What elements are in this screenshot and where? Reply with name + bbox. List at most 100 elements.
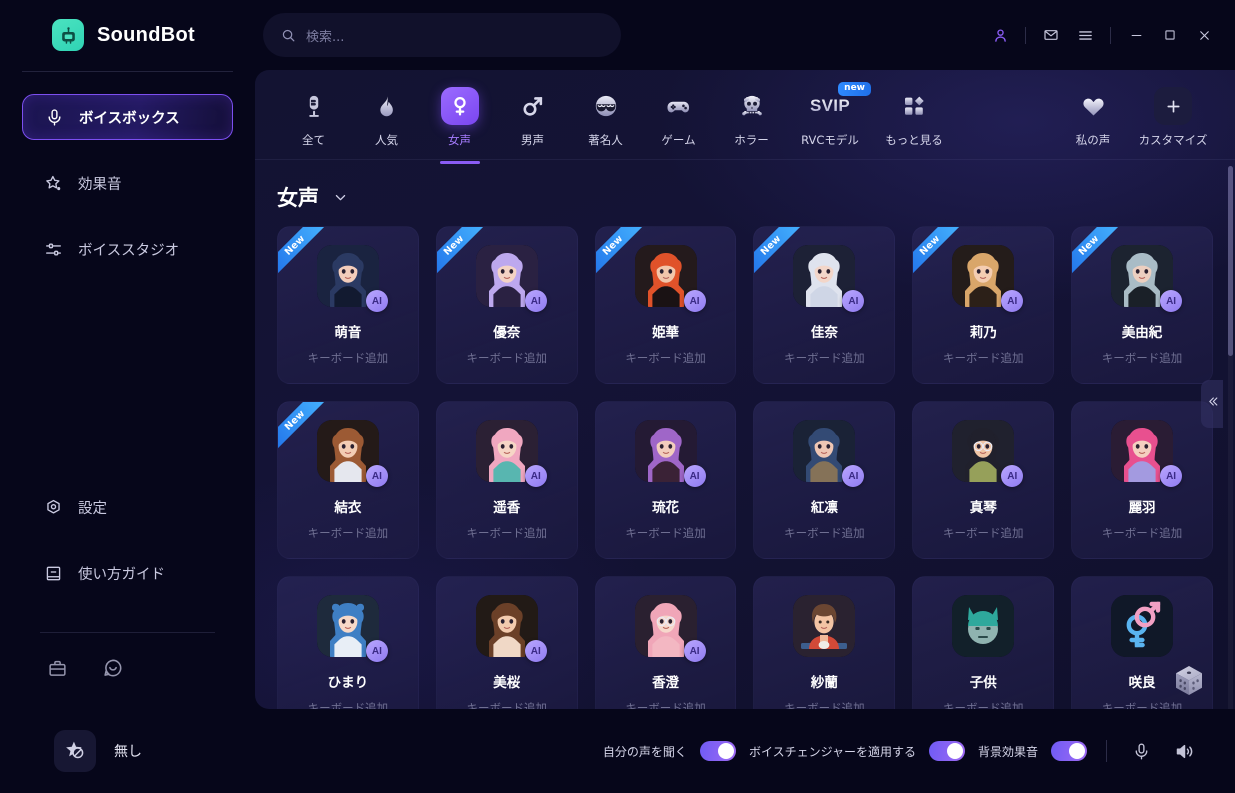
sparkle-icon xyxy=(42,174,64,193)
tab-female[interactable]: 女声 xyxy=(423,84,496,148)
voice-name: 佳奈 xyxy=(810,325,838,341)
collapse-panel-button[interactable] xyxy=(1201,380,1223,428)
chat-icon[interactable] xyxy=(100,655,126,681)
sunglasses-icon xyxy=(587,87,625,125)
tab-label: 人気 xyxy=(375,133,398,147)
voice-card[interactable]: AI 香澄 キーボード追加 xyxy=(594,576,737,709)
shortcut-hint: キーボード追加 xyxy=(784,701,865,709)
shortcut-hint: キーボード追加 xyxy=(942,351,1024,365)
tab-game[interactable]: ゲーム xyxy=(642,84,715,148)
search-placeholder: 検索... xyxy=(306,29,345,45)
shortcut-hint: キーボード追加 xyxy=(307,351,389,365)
voice-card[interactable]: 紗蘭 キーボード追加 xyxy=(753,576,896,709)
sidebar-item-soundeffects[interactable]: 効果音 xyxy=(22,160,233,206)
divider xyxy=(1106,740,1107,762)
avatar: AI xyxy=(475,595,547,662)
hear-myself-toggle[interactable] xyxy=(699,741,736,761)
voice-name: 紗蘭 xyxy=(810,675,838,691)
voice-card[interactable]: New AI 結衣 キーボード追加 xyxy=(277,401,419,559)
menu-icon[interactable] xyxy=(1068,18,1102,52)
background-sound-toggle[interactable] xyxy=(1051,741,1087,761)
sidebar-item-voicestudio[interactable]: ボイススタジオ xyxy=(22,226,233,272)
voice-card[interactable]: 子供 キーボード追加 xyxy=(912,576,1055,709)
microphone-icon[interactable] xyxy=(1126,736,1156,766)
avatar xyxy=(952,595,1015,657)
tab-horror[interactable]: ホラー xyxy=(715,84,788,148)
avatar: AI xyxy=(634,420,706,487)
tab-celebrity[interactable]: 著名人 xyxy=(569,84,642,148)
voice-card[interactable]: New AI 萌音 キーボード追加 xyxy=(277,226,419,384)
voice-name: 姫華 xyxy=(652,325,680,341)
microphone-all-icon xyxy=(295,87,333,125)
avatar xyxy=(793,595,856,657)
avatar: AI xyxy=(952,420,1024,487)
shortcut-hint: キーボード追加 xyxy=(625,526,706,540)
voice-card[interactable]: AI 真琴 キーボード追加 xyxy=(912,401,1055,559)
heart-icon xyxy=(1074,87,1112,125)
tab-label: 女声 xyxy=(448,133,471,147)
current-voice[interactable]: 無し xyxy=(22,730,142,772)
minimize-button[interactable] xyxy=(1119,18,1153,52)
chevron-down-icon[interactable] xyxy=(333,190,348,205)
tab-popular[interactable]: 人気 xyxy=(350,84,423,148)
ai-badge: AI xyxy=(842,465,865,487)
ai-badge: AI xyxy=(524,290,547,312)
apply-voicechanger-toggle[interactable] xyxy=(928,741,965,761)
app-body: ボイスボックス 効果音 ボイススタジオ 設定 使い方ガイド 全て 人気 女声 男… xyxy=(0,70,1235,709)
tab-more[interactable]: もっと見る xyxy=(872,84,956,148)
sidebar-item-voicebox[interactable]: ボイスボックス xyxy=(22,94,233,140)
voice-card[interactable]: AI 琉花 キーボード追加 xyxy=(594,401,737,559)
voice-card[interactable]: New AI 優奈 キーボード追加 xyxy=(435,226,578,384)
sidebar-item-label: 設定 xyxy=(78,500,107,517)
voice-card[interactable]: AI 美桜 キーボード追加 xyxy=(435,576,578,709)
avatar xyxy=(1111,595,1174,657)
tab-male[interactable]: 男声 xyxy=(496,84,569,148)
tab-my-voices[interactable]: 私の声 xyxy=(1053,84,1133,148)
voice-card[interactable]: AI 遥香 キーボード追加 xyxy=(435,401,578,559)
voice-card[interactable]: New AI 美由紀 キーボード追加 xyxy=(1071,226,1213,384)
voice-name: ひまり xyxy=(327,675,369,691)
tab-all[interactable]: 全て xyxy=(277,84,350,148)
tab-label: 男声 xyxy=(521,133,544,147)
sidebar-mini-actions xyxy=(0,633,255,709)
random-voice-button[interactable] xyxy=(1169,661,1209,701)
voice-card[interactable]: New AI 莉乃 キーボード追加 xyxy=(912,226,1055,384)
voice-name: 遥香 xyxy=(493,500,521,516)
avatar-image xyxy=(793,595,856,657)
vertical-scrollbar[interactable] xyxy=(1228,166,1233,709)
sidebar-item-label: ボイススタジオ xyxy=(78,242,180,259)
gamepad-icon xyxy=(660,87,698,125)
voice-card[interactable]: AI 紅凛 キーボード追加 xyxy=(753,401,896,559)
avatar: AI xyxy=(793,245,865,312)
maximize-button[interactable] xyxy=(1153,18,1187,52)
shortcut-hint: キーボード追加 xyxy=(466,351,547,365)
tab-customize[interactable]: カスタマイズ xyxy=(1133,84,1213,148)
avatar: AI xyxy=(1111,420,1183,487)
account-icon[interactable] xyxy=(983,18,1017,52)
voice-name: 琉花 xyxy=(652,500,680,516)
sidebar-item-guide[interactable]: 使い方ガイド xyxy=(22,550,233,596)
close-button[interactable] xyxy=(1187,18,1221,52)
ai-badge: AI xyxy=(683,465,706,487)
tab-label: ゲーム xyxy=(661,133,696,147)
briefcase-icon[interactable] xyxy=(44,655,70,681)
ai-badge: AI xyxy=(1001,290,1024,312)
mail-icon[interactable] xyxy=(1034,18,1068,52)
voice-name: 萌音 xyxy=(334,325,362,341)
shortcut-hint: キーボード追加 xyxy=(1101,526,1183,540)
section-header: 女声 xyxy=(255,160,1235,226)
voice-card[interactable]: New AI 姫華 キーボード追加 xyxy=(594,226,737,384)
voice-name: 麗羽 xyxy=(1128,500,1156,516)
voice-grid-scroll[interactable]: New AI 萌音 キーボード追加 New AI 優奈 キーボード追加 New … xyxy=(255,226,1235,709)
sidebar-item-settings[interactable]: 設定 xyxy=(22,484,233,530)
female-icon xyxy=(440,87,479,125)
ai-badge: AI xyxy=(365,465,388,487)
voice-card[interactable]: AI ひまり キーボード追加 xyxy=(277,576,419,709)
voice-card[interactable]: New AI 佳奈 キーボード追加 xyxy=(753,226,896,384)
scrollbar-thumb[interactable] xyxy=(1228,166,1233,356)
search-input[interactable]: 検索... xyxy=(263,13,621,57)
tab-rvc-model[interactable]: SVIP new RVCモデル xyxy=(788,82,872,148)
voice-card[interactable]: AI 麗羽 キーボード追加 xyxy=(1071,401,1213,559)
flame-icon xyxy=(368,87,406,125)
speaker-icon[interactable] xyxy=(1169,736,1199,766)
